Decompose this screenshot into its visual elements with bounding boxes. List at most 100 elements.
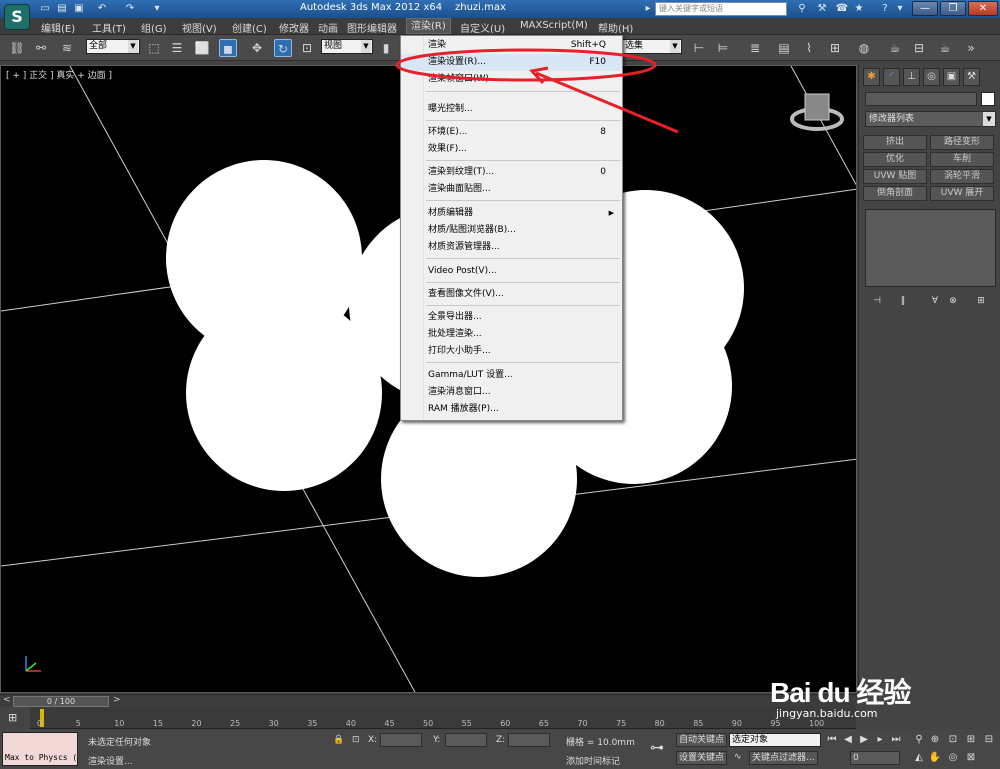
time-next-icon[interactable]: > <box>113 695 121 705</box>
help-dropdown-icon[interactable]: ▾ <box>893 2 907 16</box>
menu-item-panorama-exporter[interactable]: 全景导出器... <box>401 309 622 326</box>
unwrap-uvw-button[interactable]: UVW 展开 <box>930 186 994 201</box>
bind-spacewarp-icon[interactable]: ≋ <box>58 39 76 57</box>
motion-tab-icon[interactable]: ◎ <box>923 68 940 86</box>
menu-item-exposure-control[interactable]: 曝光控制... <box>401 101 622 118</box>
viewport-label[interactable]: [ + ] 正交 ] 真实 + 边面 ] <box>6 68 112 81</box>
maxscript-listener[interactable]: Max to Physcs ( <box>2 732 78 766</box>
menu-item-environment[interactable]: 环境(E)... 8 <box>401 124 622 141</box>
menu-item-effects[interactable]: 效果(F)... <box>401 141 622 158</box>
show-end-result-icon[interactable]: ‖ <box>895 294 911 308</box>
modifier-list-dropdown[interactable]: 修改器列表 ▼ <box>865 111 996 127</box>
redo-icon[interactable]: ↷ <box>123 2 137 15</box>
select-object-icon[interactable]: ⬚ <box>145 39 163 57</box>
bevel-profile-button[interactable]: 倒角剖面 <box>863 186 927 201</box>
uvw-map-button[interactable]: UVW 贴图 <box>863 169 927 184</box>
modifier-stack[interactable] <box>865 209 996 287</box>
minimize-button[interactable]: — <box>912 1 938 16</box>
menu-graph-editors[interactable]: 图形编辑器 <box>347 20 397 35</box>
pivot-center-icon[interactable]: ▮ <box>377 39 395 57</box>
app-logo-icon[interactable]: S <box>4 4 30 30</box>
create-tab-icon[interactable]: ✱ <box>863 68 880 86</box>
zoom-icon[interactable]: ⚲ <box>912 733 926 747</box>
toolbar-overflow-icon[interactable]: » <box>962 39 980 57</box>
menu-item-ram-player[interactable]: RAM 播放器(P)... <box>401 401 622 418</box>
save-file-icon[interactable]: ▣ <box>72 2 86 15</box>
communication-icon[interactable]: ☎ <box>835 2 849 16</box>
menu-create[interactable]: 创建(C) <box>232 20 267 35</box>
extrude-button[interactable]: 挤出 <box>863 135 927 150</box>
new-file-icon[interactable]: ▭ <box>38 2 52 15</box>
menu-maxscript[interactable]: MAXScript(M) <box>520 20 588 31</box>
rectangular-selection-icon[interactable]: ⬜ <box>193 39 211 57</box>
absolute-mode-icon[interactable]: ⊡ <box>352 735 360 745</box>
move-icon[interactable]: ✥ <box>248 39 266 57</box>
pin-stack-icon[interactable]: ⊣ <box>869 294 885 308</box>
menu-item-material-explorer[interactable]: 材质资源管理器... <box>401 239 622 256</box>
current-frame-field[interactable]: 0 <box>850 751 900 765</box>
menu-help[interactable]: 帮助(H) <box>598 20 633 35</box>
menu-tools[interactable]: 工具(T) <box>92 20 126 35</box>
menu-modifiers[interactable]: 修改器 <box>279 20 309 35</box>
selection-filter-dropdown[interactable]: 全部 ▼ <box>86 39 140 54</box>
display-tab-icon[interactable]: ▣ <box>943 68 960 86</box>
modify-tab-icon[interactable]: ◜ <box>883 68 900 86</box>
select-by-name-icon[interactable]: ☰ <box>168 39 186 57</box>
undo-icon[interactable]: ↶ <box>95 2 109 15</box>
make-unique-icon[interactable]: ∀ <box>927 294 943 308</box>
y-coordinate-field[interactable] <box>445 733 487 747</box>
optimize-button[interactable]: 优化 <box>863 152 927 167</box>
next-frame-icon[interactable]: ▸ <box>873 733 887 747</box>
turbosmooth-button[interactable]: 涡轮平滑 <box>930 169 994 184</box>
scale-icon[interactable]: ⊡ <box>298 39 316 57</box>
time-prev-icon[interactable]: < <box>3 695 11 705</box>
curve-editor-mini-icon[interactable]: ⊞ <box>8 711 17 724</box>
play-icon[interactable]: ▶ <box>857 733 871 747</box>
menu-group[interactable]: 组(G) <box>141 20 167 35</box>
window-crossing-icon[interactable]: ◼ <box>219 39 237 57</box>
key-mode-icon[interactable]: ∿ <box>734 752 742 762</box>
configure-sets-icon[interactable]: ⊞ <box>973 294 989 308</box>
add-time-tag[interactable]: 添加时间标记 <box>566 754 620 767</box>
link-icon[interactable]: ⛓ <box>8 39 26 57</box>
key-icon[interactable]: ⊶ <box>650 740 664 756</box>
goto-end-icon[interactable]: ⏭ <box>889 733 903 747</box>
menu-item-render-to-texture[interactable]: 渲染到纹理(T)... 0 <box>401 164 622 181</box>
named-selection-dropdown[interactable]: 选集 ▼ <box>622 39 682 54</box>
field-of-view-icon[interactable]: ◭ <box>912 751 926 765</box>
menu-views[interactable]: 视图(V) <box>182 20 217 35</box>
key-selection-dropdown[interactable]: 选定对象 <box>729 733 821 747</box>
menu-item-render-surface-map[interactable]: 渲染曲面贴图... <box>401 181 622 198</box>
open-file-icon[interactable]: ▤ <box>55 2 69 15</box>
path-deform-button[interactable]: 路径变形 <box>930 135 994 150</box>
render-setup-icon[interactable]: ☕ <box>886 39 904 57</box>
pan-icon[interactable]: ✋ <box>928 751 942 765</box>
menu-item-view-image-file[interactable]: 查看图像文件(V)... <box>401 286 622 303</box>
menu-item-print-size-assistant[interactable]: 打印大小助手... <box>401 343 622 360</box>
view-cube-icon[interactable] <box>790 93 844 131</box>
restore-button[interactable]: ❐ <box>940 1 966 16</box>
set-key-button[interactable]: 设置关键点 <box>676 751 728 765</box>
help-icon[interactable]: ? <box>878 2 892 16</box>
key-filters-button[interactable]: 关键点过滤器... <box>749 751 818 765</box>
zoom-extents-all-icon[interactable]: ⊞ <box>964 733 978 747</box>
menu-item-batch-render[interactable]: 批处理渲染... <box>401 326 622 343</box>
time-config-icon[interactable]: ⊟ <box>982 733 996 747</box>
rendered-frame-window-icon[interactable]: ⊟ <box>910 39 928 57</box>
menu-animation[interactable]: 动画 <box>318 20 338 35</box>
menu-item-render[interactable]: 渲染 Shift+Q <box>401 37 622 54</box>
menu-item-material-editor[interactable]: 材质编辑器 ▶ <box>401 205 622 222</box>
menu-item-material-map-browser[interactable]: 材质/贴图浏览器(B)... <box>401 222 622 239</box>
menu-item-render-setup[interactable]: 渲染设置(R)... F10 <box>401 54 622 71</box>
graphite-toolbar-icon[interactable]: ▤ <box>775 39 793 57</box>
binoculars-icon[interactable]: ⚲ <box>795 2 809 16</box>
menu-edit[interactable]: 编辑(E) <box>41 20 75 35</box>
prev-frame-icon[interactable]: ◀ <box>841 733 855 747</box>
menu-item-render-message-window[interactable]: 渲染消息窗口... <box>401 384 622 401</box>
search-input[interactable]: 键入关键字或短语 <box>655 2 787 16</box>
menu-item-rendered-frame-window[interactable]: 渲染帧窗口(W)... <box>401 71 622 88</box>
material-editor-icon[interactable]: ◍ <box>855 39 873 57</box>
search-arrow-icon[interactable]: ▸ <box>641 2 655 16</box>
auto-key-button[interactable]: 自动关键点 <box>676 733 728 747</box>
close-button[interactable]: ✕ <box>968 1 998 16</box>
